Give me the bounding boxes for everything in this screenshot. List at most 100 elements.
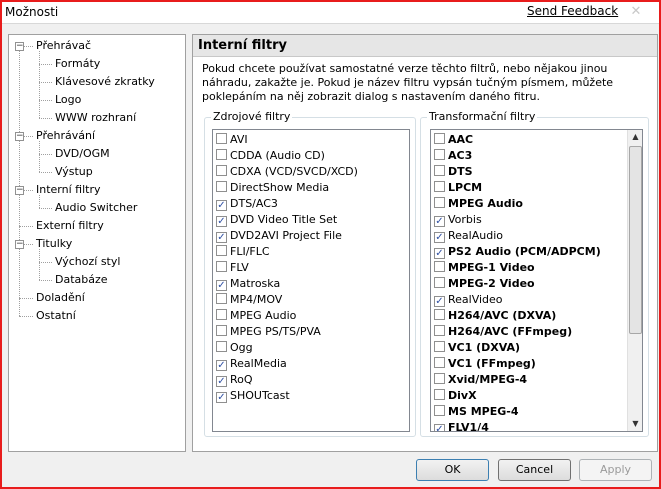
checkbox-icon[interactable] bbox=[434, 149, 445, 160]
filter-list-item[interactable]: MPEG PS/TS/PVA bbox=[216, 324, 321, 340]
checkbox-checked-icon[interactable]: ✓ bbox=[434, 296, 445, 307]
checkbox-icon[interactable] bbox=[434, 405, 445, 416]
filter-list-item[interactable]: ✓ RoQ bbox=[216, 372, 253, 388]
filter-list-item[interactable]: AC3 bbox=[434, 148, 472, 164]
tree-item[interactable]: Logo bbox=[55, 92, 81, 108]
filter-list-item[interactable]: DirectShow Media bbox=[216, 180, 329, 196]
checkbox-icon[interactable] bbox=[434, 165, 445, 176]
filter-list-item[interactable]: MPEG-2 Video bbox=[434, 276, 535, 292]
tree-item[interactable]: Audio Switcher bbox=[55, 200, 137, 216]
filter-list-item[interactable]: ✓ RealVideo bbox=[434, 292, 503, 308]
checkbox-checked-icon[interactable]: ✓ bbox=[216, 200, 227, 211]
tree-item[interactable]: Doladění bbox=[36, 290, 85, 306]
checkbox-icon[interactable] bbox=[434, 389, 445, 400]
checkbox-icon[interactable] bbox=[434, 197, 445, 208]
checkbox-icon[interactable] bbox=[434, 357, 445, 368]
filter-list-item[interactable]: AVI bbox=[216, 132, 248, 148]
checkbox-checked-icon[interactable]: ✓ bbox=[434, 216, 445, 227]
filter-list-item[interactable]: CDXA (VCD/SVCD/XCD) bbox=[216, 164, 358, 180]
checkbox-icon[interactable] bbox=[216, 149, 227, 160]
checkbox-icon[interactable] bbox=[216, 245, 227, 256]
filter-list-item[interactable]: MPEG Audio bbox=[216, 308, 296, 324]
tree-item[interactable]: Formáty bbox=[55, 56, 100, 72]
checkbox-icon[interactable] bbox=[216, 261, 227, 272]
checkbox-checked-icon[interactable]: ✓ bbox=[434, 232, 445, 243]
filter-list-item[interactable]: VC1 (DXVA) bbox=[434, 340, 520, 356]
vertical-scrollbar[interactable]: ▲ ▼ bbox=[627, 130, 642, 431]
filter-list-item[interactable]: MPEG-1 Video bbox=[434, 260, 535, 276]
scroll-down-icon[interactable]: ▼ bbox=[629, 417, 642, 431]
filter-list-item[interactable]: ✓ Matroska bbox=[216, 276, 280, 292]
checkbox-checked-icon[interactable]: ✓ bbox=[216, 280, 227, 291]
filter-list-item[interactable]: ✓ DTS/AC3 bbox=[216, 196, 278, 212]
tree-item[interactable]: Přehrávání bbox=[36, 128, 95, 144]
source-filters-list[interactable]: AVI CDDA (Audio CD) CDXA (VCD/SVCD/XCD) Dir… bbox=[212, 129, 410, 432]
tree-item[interactable]: DVD/OGM bbox=[55, 146, 110, 162]
tree-item[interactable]: Databáze bbox=[55, 272, 108, 288]
checkbox-icon[interactable] bbox=[216, 293, 227, 304]
collapse-icon[interactable]: − bbox=[15, 240, 24, 249]
filter-list-item[interactable]: MPEG Audio bbox=[434, 196, 523, 212]
collapse-icon[interactable]: − bbox=[15, 186, 24, 195]
collapse-icon[interactable]: − bbox=[15, 42, 24, 51]
filter-list-item[interactable]: H264/AVC (FFmpeg) bbox=[434, 324, 572, 340]
filter-list-item[interactable]: ✓ DVD2AVI Project File bbox=[216, 228, 342, 244]
tree-item[interactable]: Klávesové zkratky bbox=[55, 74, 155, 90]
filter-list-item[interactable]: ✓ DVD Video Title Set bbox=[216, 212, 337, 228]
checkbox-icon[interactable] bbox=[434, 181, 445, 192]
filter-list-item[interactable]: FLV bbox=[216, 260, 249, 276]
checkbox-icon[interactable] bbox=[434, 341, 445, 352]
filter-list-item[interactable]: VC1 (FFmpeg) bbox=[434, 356, 536, 372]
apply-button[interactable]: Apply bbox=[579, 459, 652, 481]
filter-list-item[interactable]: DTS bbox=[434, 164, 473, 180]
checkbox-icon[interactable] bbox=[434, 325, 445, 336]
tree-item[interactable]: Interní filtry bbox=[36, 182, 100, 198]
tree-item[interactable]: Titulky bbox=[36, 236, 72, 252]
filter-list-item[interactable]: ✓ PS2 Audio (PCM/ADPCM) bbox=[434, 244, 601, 260]
filter-list-item[interactable]: ✓ SHOUTcast bbox=[216, 388, 290, 404]
checkbox-icon[interactable] bbox=[216, 133, 227, 144]
checkbox-checked-icon[interactable]: ✓ bbox=[434, 424, 445, 431]
filter-list-item[interactable]: H264/AVC (DXVA) bbox=[434, 308, 556, 324]
checkbox-checked-icon[interactable]: ✓ bbox=[216, 232, 227, 243]
checkbox-icon[interactable] bbox=[216, 325, 227, 336]
filter-list-item[interactable]: ✓ RealAudio bbox=[434, 228, 503, 244]
transform-filters-list[interactable]: ▲ ▼ AAC AC3 DTS LPCM MPEG Audio ✓ Vorbis ✓ RealA… bbox=[430, 129, 643, 432]
filter-list-item[interactable]: DivX bbox=[434, 388, 477, 404]
filter-list-item[interactable]: ✓ RealMedia bbox=[216, 356, 287, 372]
filter-list-item[interactable]: CDDA (Audio CD) bbox=[216, 148, 325, 164]
tree-item[interactable]: Externí filtry bbox=[36, 218, 104, 234]
checkbox-checked-icon[interactable]: ✓ bbox=[216, 360, 227, 371]
tree-item[interactable]: Přehrávač bbox=[36, 38, 91, 54]
collapse-icon[interactable]: − bbox=[15, 132, 24, 141]
tree-item[interactable]: Výchozí styl bbox=[55, 254, 120, 270]
checkbox-checked-icon[interactable]: ✓ bbox=[216, 216, 227, 227]
checkbox-icon[interactable] bbox=[434, 133, 445, 144]
filter-list-item[interactable]: ✓ FLV1/4 bbox=[434, 420, 489, 431]
close-icon[interactable]: ✕ bbox=[613, 2, 659, 22]
scroll-up-icon[interactable]: ▲ bbox=[629, 130, 642, 144]
send-feedback-link[interactable]: Send Feedback bbox=[527, 4, 618, 18]
checkbox-checked-icon[interactable]: ✓ bbox=[216, 392, 227, 403]
checkbox-icon[interactable] bbox=[216, 165, 227, 176]
checkbox-checked-icon[interactable]: ✓ bbox=[216, 376, 227, 387]
checkbox-icon[interactable] bbox=[216, 181, 227, 192]
filter-list-item[interactable]: MP4/MOV bbox=[216, 292, 282, 308]
tree-item[interactable]: WWW rozhraní bbox=[55, 110, 136, 126]
filter-list-item[interactable]: Ogg bbox=[216, 340, 253, 356]
checkbox-icon[interactable] bbox=[434, 373, 445, 384]
filter-list-item[interactable]: MS MPEG-4 bbox=[434, 404, 518, 420]
scrollbar-thumb[interactable] bbox=[629, 146, 642, 334]
checkbox-icon[interactable] bbox=[216, 309, 227, 320]
filter-list-item[interactable]: Xvid/MPEG-4 bbox=[434, 372, 527, 388]
checkbox-icon[interactable] bbox=[434, 309, 445, 320]
cancel-button[interactable]: Cancel bbox=[498, 459, 571, 481]
filter-list-item[interactable]: LPCM bbox=[434, 180, 482, 196]
checkbox-icon[interactable] bbox=[434, 261, 445, 272]
filter-list-item[interactable]: ✓ Vorbis bbox=[434, 212, 482, 228]
ok-button[interactable]: OK bbox=[416, 459, 489, 481]
filter-list-item[interactable]: FLI/FLC bbox=[216, 244, 270, 260]
checkbox-icon[interactable] bbox=[434, 277, 445, 288]
tree-item[interactable]: Ostatní bbox=[36, 308, 76, 324]
filter-list-item[interactable]: AAC bbox=[434, 132, 473, 148]
